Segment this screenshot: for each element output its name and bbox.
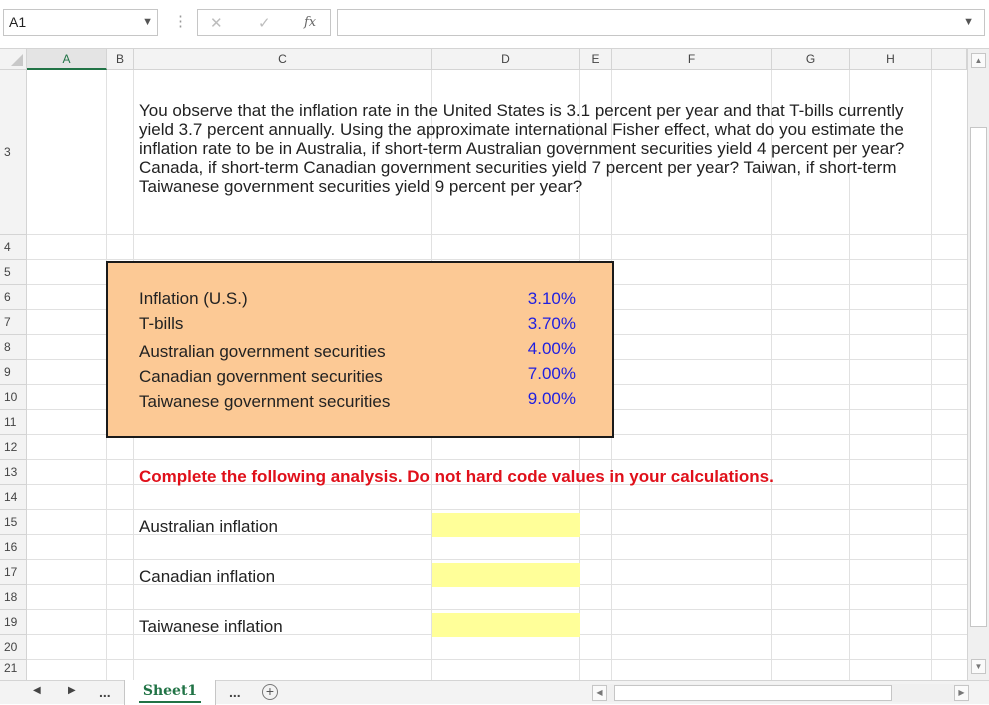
- insert-function-icon[interactable]: fx: [304, 15, 316, 30]
- gridline: [27, 259, 967, 260]
- next-sheet-icon[interactable]: ▶: [68, 685, 76, 696]
- horizontal-scroll-thumb[interactable]: [614, 685, 892, 701]
- more-options-icon[interactable]: ⋮: [173, 12, 189, 30]
- more-sheets-left-icon[interactable]: ...: [99, 684, 111, 700]
- column-header-e[interactable]: E: [580, 49, 612, 70]
- question-text[interactable]: You observe that the inflation rate in t…: [139, 101, 929, 196]
- row-header-10[interactable]: 10: [0, 385, 27, 410]
- input-value-taiwanese[interactable]: 9.00%: [480, 389, 576, 409]
- horizontal-scrollbar[interactable]: ◀ ▶: [592, 684, 969, 702]
- worksheet-grid[interactable]: A B C D E F G H 3 4 5 6 7 8 9 10 11 12 1…: [0, 49, 967, 680]
- row-header-3[interactable]: 3: [0, 70, 27, 235]
- column-header-b[interactable]: B: [107, 49, 134, 70]
- input-value-tbills[interactable]: 3.70%: [480, 314, 576, 334]
- enter-icon[interactable]: ✓: [258, 14, 271, 32]
- column-header-c[interactable]: C: [134, 49, 432, 70]
- vertical-scrollbar[interactable]: ▲ ▼: [967, 49, 989, 680]
- row-header-6[interactable]: 6: [0, 285, 27, 310]
- input-label-tbills[interactable]: T-bills: [139, 314, 183, 334]
- column-header-d[interactable]: D: [432, 49, 580, 70]
- scroll-down-icon[interactable]: ▼: [971, 659, 986, 674]
- sheet-tab-bar: ◀ ▶ ... Sheet1 ... + ◀ ▶: [0, 680, 989, 705]
- answer-cell-canadian[interactable]: [432, 563, 580, 587]
- gridline: [27, 234, 967, 235]
- column-header-h[interactable]: H: [850, 49, 932, 70]
- gridline: [27, 459, 967, 460]
- expand-formula-icon[interactable]: ▼: [963, 16, 974, 28]
- select-all-button[interactable]: [0, 49, 27, 70]
- input-label-us-inflation[interactable]: Inflation (U.S.): [139, 289, 248, 309]
- row-header-19[interactable]: 19: [0, 610, 27, 635]
- gridline: [27, 609, 967, 610]
- instruction-text[interactable]: Complete the following analysis. Do not …: [139, 467, 774, 487]
- column-header-a[interactable]: A: [27, 49, 107, 70]
- name-box[interactable]: A1 ▼: [3, 9, 158, 36]
- active-tab-underline: [139, 701, 201, 703]
- row-header-20[interactable]: 20: [0, 635, 27, 660]
- row-header-9[interactable]: 9: [0, 360, 27, 385]
- row-header-13[interactable]: 13: [0, 460, 27, 485]
- row-header-4[interactable]: 4: [0, 235, 27, 260]
- input-value-australian[interactable]: 4.00%: [480, 339, 576, 359]
- answer-label-australian[interactable]: Australian inflation: [139, 517, 278, 537]
- answer-cell-australian[interactable]: [432, 513, 580, 537]
- column-header-f[interactable]: F: [612, 49, 772, 70]
- answer-label-taiwanese[interactable]: Taiwanese inflation: [139, 617, 283, 637]
- row-header-15[interactable]: 15: [0, 510, 27, 535]
- input-label-canadian[interactable]: Canadian government securities: [139, 367, 383, 387]
- vertical-scroll-thumb[interactable]: [970, 127, 987, 627]
- gridline: [931, 70, 932, 680]
- input-label-taiwanese[interactable]: Taiwanese government securities: [139, 392, 390, 412]
- row-header-12[interactable]: 12: [0, 435, 27, 460]
- input-value-us-inflation[interactable]: 3.10%: [480, 289, 576, 309]
- gridline: [27, 559, 967, 560]
- scroll-up-icon[interactable]: ▲: [971, 53, 986, 68]
- formula-buttons: ✕ ✓ fx: [197, 9, 331, 36]
- row-header-11[interactable]: 11: [0, 410, 27, 435]
- prev-sheet-icon[interactable]: ◀: [33, 685, 41, 696]
- column-header-g[interactable]: G: [772, 49, 850, 70]
- scroll-right-icon[interactable]: ▶: [954, 685, 969, 701]
- tab-sheet1-label: Sheet1: [142, 683, 198, 699]
- row-header-21[interactable]: 21: [0, 660, 27, 680]
- row-header-7[interactable]: 7: [0, 310, 27, 335]
- input-value-canadian[interactable]: 7.00%: [480, 364, 576, 384]
- formula-input[interactable]: ▼: [337, 9, 985, 36]
- name-box-value: A1: [9, 14, 27, 30]
- gridline: [27, 509, 967, 510]
- select-all-icon: [11, 54, 23, 66]
- row-header-16[interactable]: 16: [0, 535, 27, 560]
- row-header-17[interactable]: 17: [0, 560, 27, 585]
- formula-bar: A1 ▼ ⋮ ✕ ✓ fx ▼: [0, 0, 989, 49]
- scroll-left-icon[interactable]: ◀: [592, 685, 607, 701]
- chevron-down-icon[interactable]: ▼: [142, 16, 153, 28]
- row-header-14[interactable]: 14: [0, 485, 27, 510]
- add-sheet-icon[interactable]: +: [262, 684, 278, 700]
- row-header-5[interactable]: 5: [0, 260, 27, 285]
- tab-sheet1[interactable]: Sheet1: [124, 680, 216, 705]
- column-header-extra: [932, 49, 967, 70]
- row-header-8[interactable]: 8: [0, 335, 27, 360]
- gridline: [27, 659, 967, 660]
- row-header-18[interactable]: 18: [0, 585, 27, 610]
- input-label-australian[interactable]: Australian government securities: [139, 342, 386, 362]
- answer-cell-taiwanese[interactable]: [432, 613, 580, 637]
- more-sheets-right-icon[interactable]: ...: [229, 684, 241, 700]
- answer-label-canadian[interactable]: Canadian inflation: [139, 567, 275, 587]
- cancel-icon[interactable]: ✕: [210, 14, 223, 32]
